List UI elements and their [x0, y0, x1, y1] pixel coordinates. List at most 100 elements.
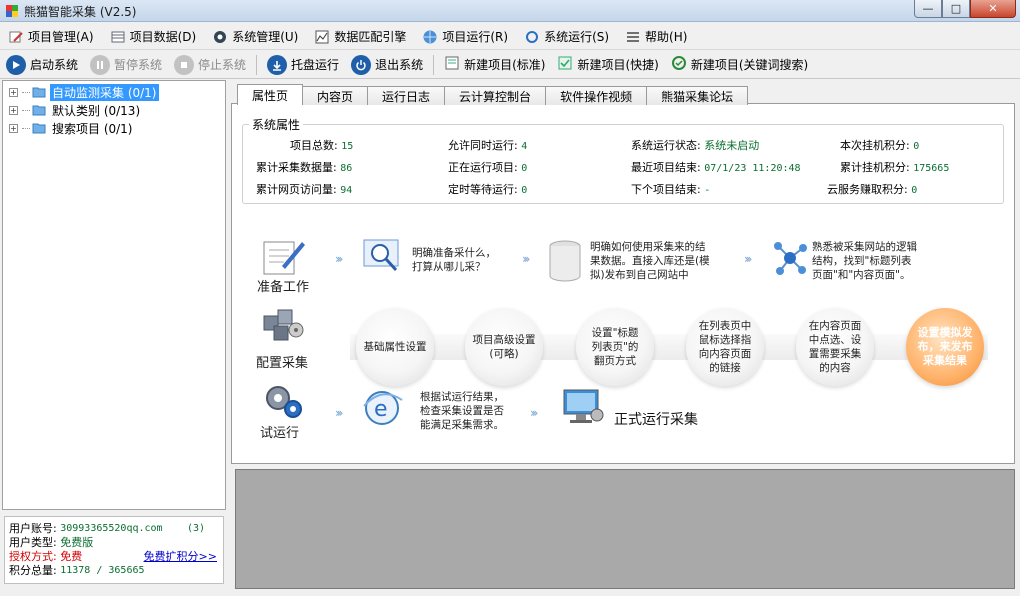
prop-key: 累计采集数据量:	[256, 161, 337, 174]
pause-label: 暂停系统	[114, 58, 163, 72]
expand-points-link[interactable]: 免费扩积分>>	[144, 548, 217, 564]
folder-icon	[32, 105, 46, 116]
data-match-icon	[314, 29, 330, 45]
new-project-fast-icon	[557, 55, 573, 74]
minimize-button[interactable]: —	[914, 0, 942, 18]
account-panel: 用户账号: 30993365520qq.com (3) 用户类型: 免费版 授权…	[4, 516, 224, 584]
expand-icon[interactable]: +	[9, 123, 18, 133]
title-bar: 熊猫智能采集 (V2.5) — □ ✕	[0, 0, 1020, 22]
menu-project-run[interactable]: 项目运行(R)	[414, 25, 516, 49]
tab-video[interactable]: 软件操作视频	[545, 86, 648, 105]
menu-bar: 项目管理(A) 项目数据(D) 系统管理(U) 数据匹配引擎 项目运行(R) 系…	[0, 24, 1020, 50]
prop-key: 允许同时运行:	[448, 139, 518, 152]
new-project-standard-button[interactable]: 新建项目(标准)	[438, 52, 551, 78]
message-badge[interactable]: (3)	[187, 523, 205, 534]
play-icon	[6, 54, 26, 75]
tree-item-search[interactable]: + 搜索项目 (0/1)	[3, 119, 225, 137]
stop-system-button[interactable]: 停止系统	[168, 52, 252, 78]
expand-icon[interactable]: +	[9, 105, 18, 115]
expand-icon[interactable]: +	[9, 87, 18, 97]
system-run-icon	[524, 29, 540, 45]
prop-key: 累计挂机积分:	[840, 161, 910, 174]
prop-collected: 累计采集数据量: 86	[256, 159, 352, 175]
tab-run-log[interactable]: 运行日志	[367, 86, 446, 105]
new-project-keyword-button[interactable]: 新建项目(关键词搜索)	[665, 52, 814, 78]
close-button[interactable]: ✕	[970, 0, 1016, 18]
auth-value: 免费	[60, 550, 83, 563]
magnifier-icon	[363, 239, 399, 272]
prop-total-hang: 累计挂机积分: 175665	[840, 159, 949, 175]
prop-value: 0	[521, 185, 528, 196]
menu-label: 系统运行(S)	[544, 30, 610, 44]
project-tree: + 自动监测采集 (0/1) + 默认类别 (0/13) + 搜索项目 (0/1…	[2, 80, 226, 510]
menu-system-run[interactable]: 系统运行(S)	[516, 25, 617, 49]
tab-cloud-console[interactable]: 云计算控制台	[444, 86, 547, 105]
pause-icon	[90, 54, 111, 75]
browser-e-icon: e	[363, 391, 403, 425]
menu-system-manage[interactable]: 系统管理(U)	[204, 25, 306, 49]
prop-value: 07/1/23 11:20:48	[704, 163, 801, 174]
project-data-icon	[110, 29, 126, 45]
prop-key: 正在运行项目:	[448, 161, 518, 174]
bubble-label: 在列表页中 鼠标选择指 向内容页面 的链接	[698, 320, 752, 374]
chevron-right-icon: ›››	[335, 252, 344, 266]
prop-value: 94	[340, 185, 353, 196]
tray-run-button[interactable]: 托盘运行	[261, 52, 345, 78]
tab-content: 系统属性 项目总数: 15 允许同时运行: 4 系统运行状态: 系统未启动 本次…	[231, 103, 1015, 464]
prop-value: 系统未启动	[704, 139, 760, 152]
tree-item-default[interactable]: + 默认类别 (0/13)	[3, 101, 225, 119]
database-icon	[549, 240, 581, 282]
tree-connector	[22, 91, 30, 93]
tab-properties[interactable]: 属性页	[237, 84, 304, 105]
menu-project-manage[interactable]: 项目管理(A)	[0, 25, 102, 49]
step-prepare-what: 明确准备采什么， 打算从哪儿采？	[412, 247, 496, 273]
start-system-button[interactable]: 启动系统	[0, 52, 84, 78]
exit-label: 退出系统	[375, 58, 424, 72]
new-keyword-label: 新建项目(关键词搜索)	[690, 58, 809, 72]
tray-icon	[267, 54, 288, 75]
monitor-settings-icon	[563, 389, 604, 423]
system-manage-icon	[212, 29, 228, 45]
app-logo-icon	[6, 5, 18, 17]
new-project-fast-button[interactable]: 新建项目(快捷)	[551, 52, 664, 78]
trial-gears-icon	[266, 386, 302, 418]
prop-key: 系统运行状态:	[631, 139, 701, 152]
toolbar-separator	[256, 54, 258, 75]
exit-system-button[interactable]: 退出系统	[345, 52, 429, 78]
folder-icon	[32, 123, 46, 134]
step-site-structure: 熟悉被采集网站的逻辑 结构，找到"标题列表 页面"和"内容页面"。	[812, 241, 917, 281]
folder-icon	[32, 87, 46, 98]
prop-visits: 累计网页访问量: 94	[256, 181, 352, 197]
step-paging-settings: 设置"标题 列表页"的 翻页方式	[576, 308, 654, 386]
menu-label: 项目数据(D)	[129, 30, 197, 44]
help-icon	[625, 29, 641, 45]
tree-connector	[22, 127, 30, 129]
pause-system-button[interactable]: 暂停系统	[84, 52, 168, 78]
menu-help[interactable]: 帮助(H)	[617, 25, 695, 49]
prop-key: 累计网页访问量:	[256, 183, 337, 196]
step-use-data: 明确如何使用采集来的结 果数据。直接入库还是(模 拟)发布到自己网站中	[590, 241, 710, 281]
account-type-row: 用户类型: 免费版	[9, 535, 219, 549]
prop-cloud: 云服务赚取积分: 0	[827, 181, 917, 197]
prepare-label: 准备工作	[257, 280, 310, 295]
project-manage-icon	[8, 29, 24, 45]
tab-content-page[interactable]: 内容页	[302, 86, 369, 105]
properties-legend: 系统属性	[249, 116, 304, 133]
bubble-label: 在内容页面 中点选、设 置需要采集 的内容	[808, 320, 862, 374]
new-project-keyword-icon	[671, 55, 687, 74]
configure-label: 配置采集	[256, 356, 309, 371]
tab-forum[interactable]: 熊猫采集论坛	[646, 86, 749, 105]
prop-status: 系统运行状态: 系统未启动	[631, 137, 759, 153]
menu-data-match[interactable]: 数据匹配引擎	[306, 25, 414, 49]
account-auth-row: 授权方式: 免费 免费扩积分>>	[9, 549, 219, 563]
chevron-right-icon: ›››	[744, 252, 753, 266]
power-icon	[351, 54, 372, 75]
maximize-button[interactable]: □	[942, 0, 970, 18]
menu-label: 数据匹配引擎	[334, 30, 407, 44]
chevron-right-icon: ›››	[522, 252, 531, 266]
bubble-label: 项目高级设置 (可略)	[472, 334, 536, 360]
tree-item-label: 默认类别 (0/13)	[52, 103, 141, 118]
menu-project-data[interactable]: 项目数据(D)	[102, 25, 205, 49]
tree-item-auto-monitor[interactable]: + 自动监测采集 (0/1)	[3, 83, 225, 101]
prop-value: 0	[521, 163, 528, 174]
